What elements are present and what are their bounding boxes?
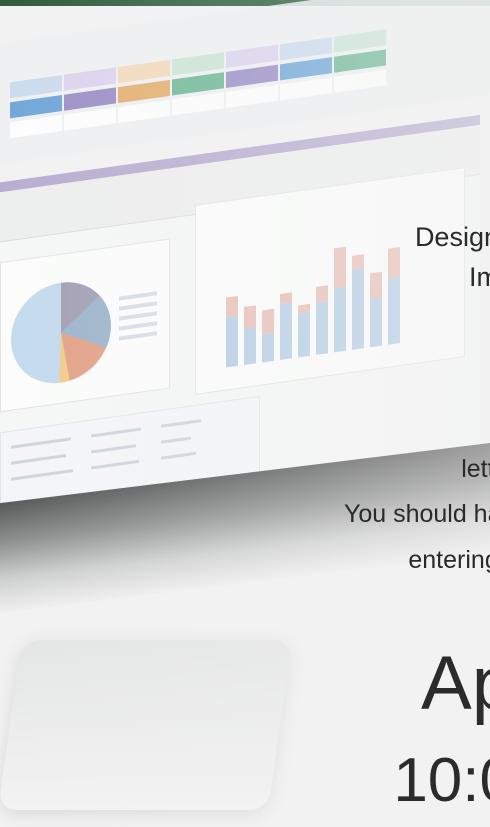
event-date: Ap [421, 641, 490, 726]
headline-line-1: Designe [414, 222, 490, 252]
background-photo [0, 0, 490, 827]
body-line-2: You should hav [343, 500, 490, 528]
event-time: 10:0 [393, 746, 490, 815]
body-line-1: lettin [461, 455, 490, 483]
headline-line-2: Imp [468, 262, 490, 292]
body-line-3: entering ( [408, 546, 490, 574]
